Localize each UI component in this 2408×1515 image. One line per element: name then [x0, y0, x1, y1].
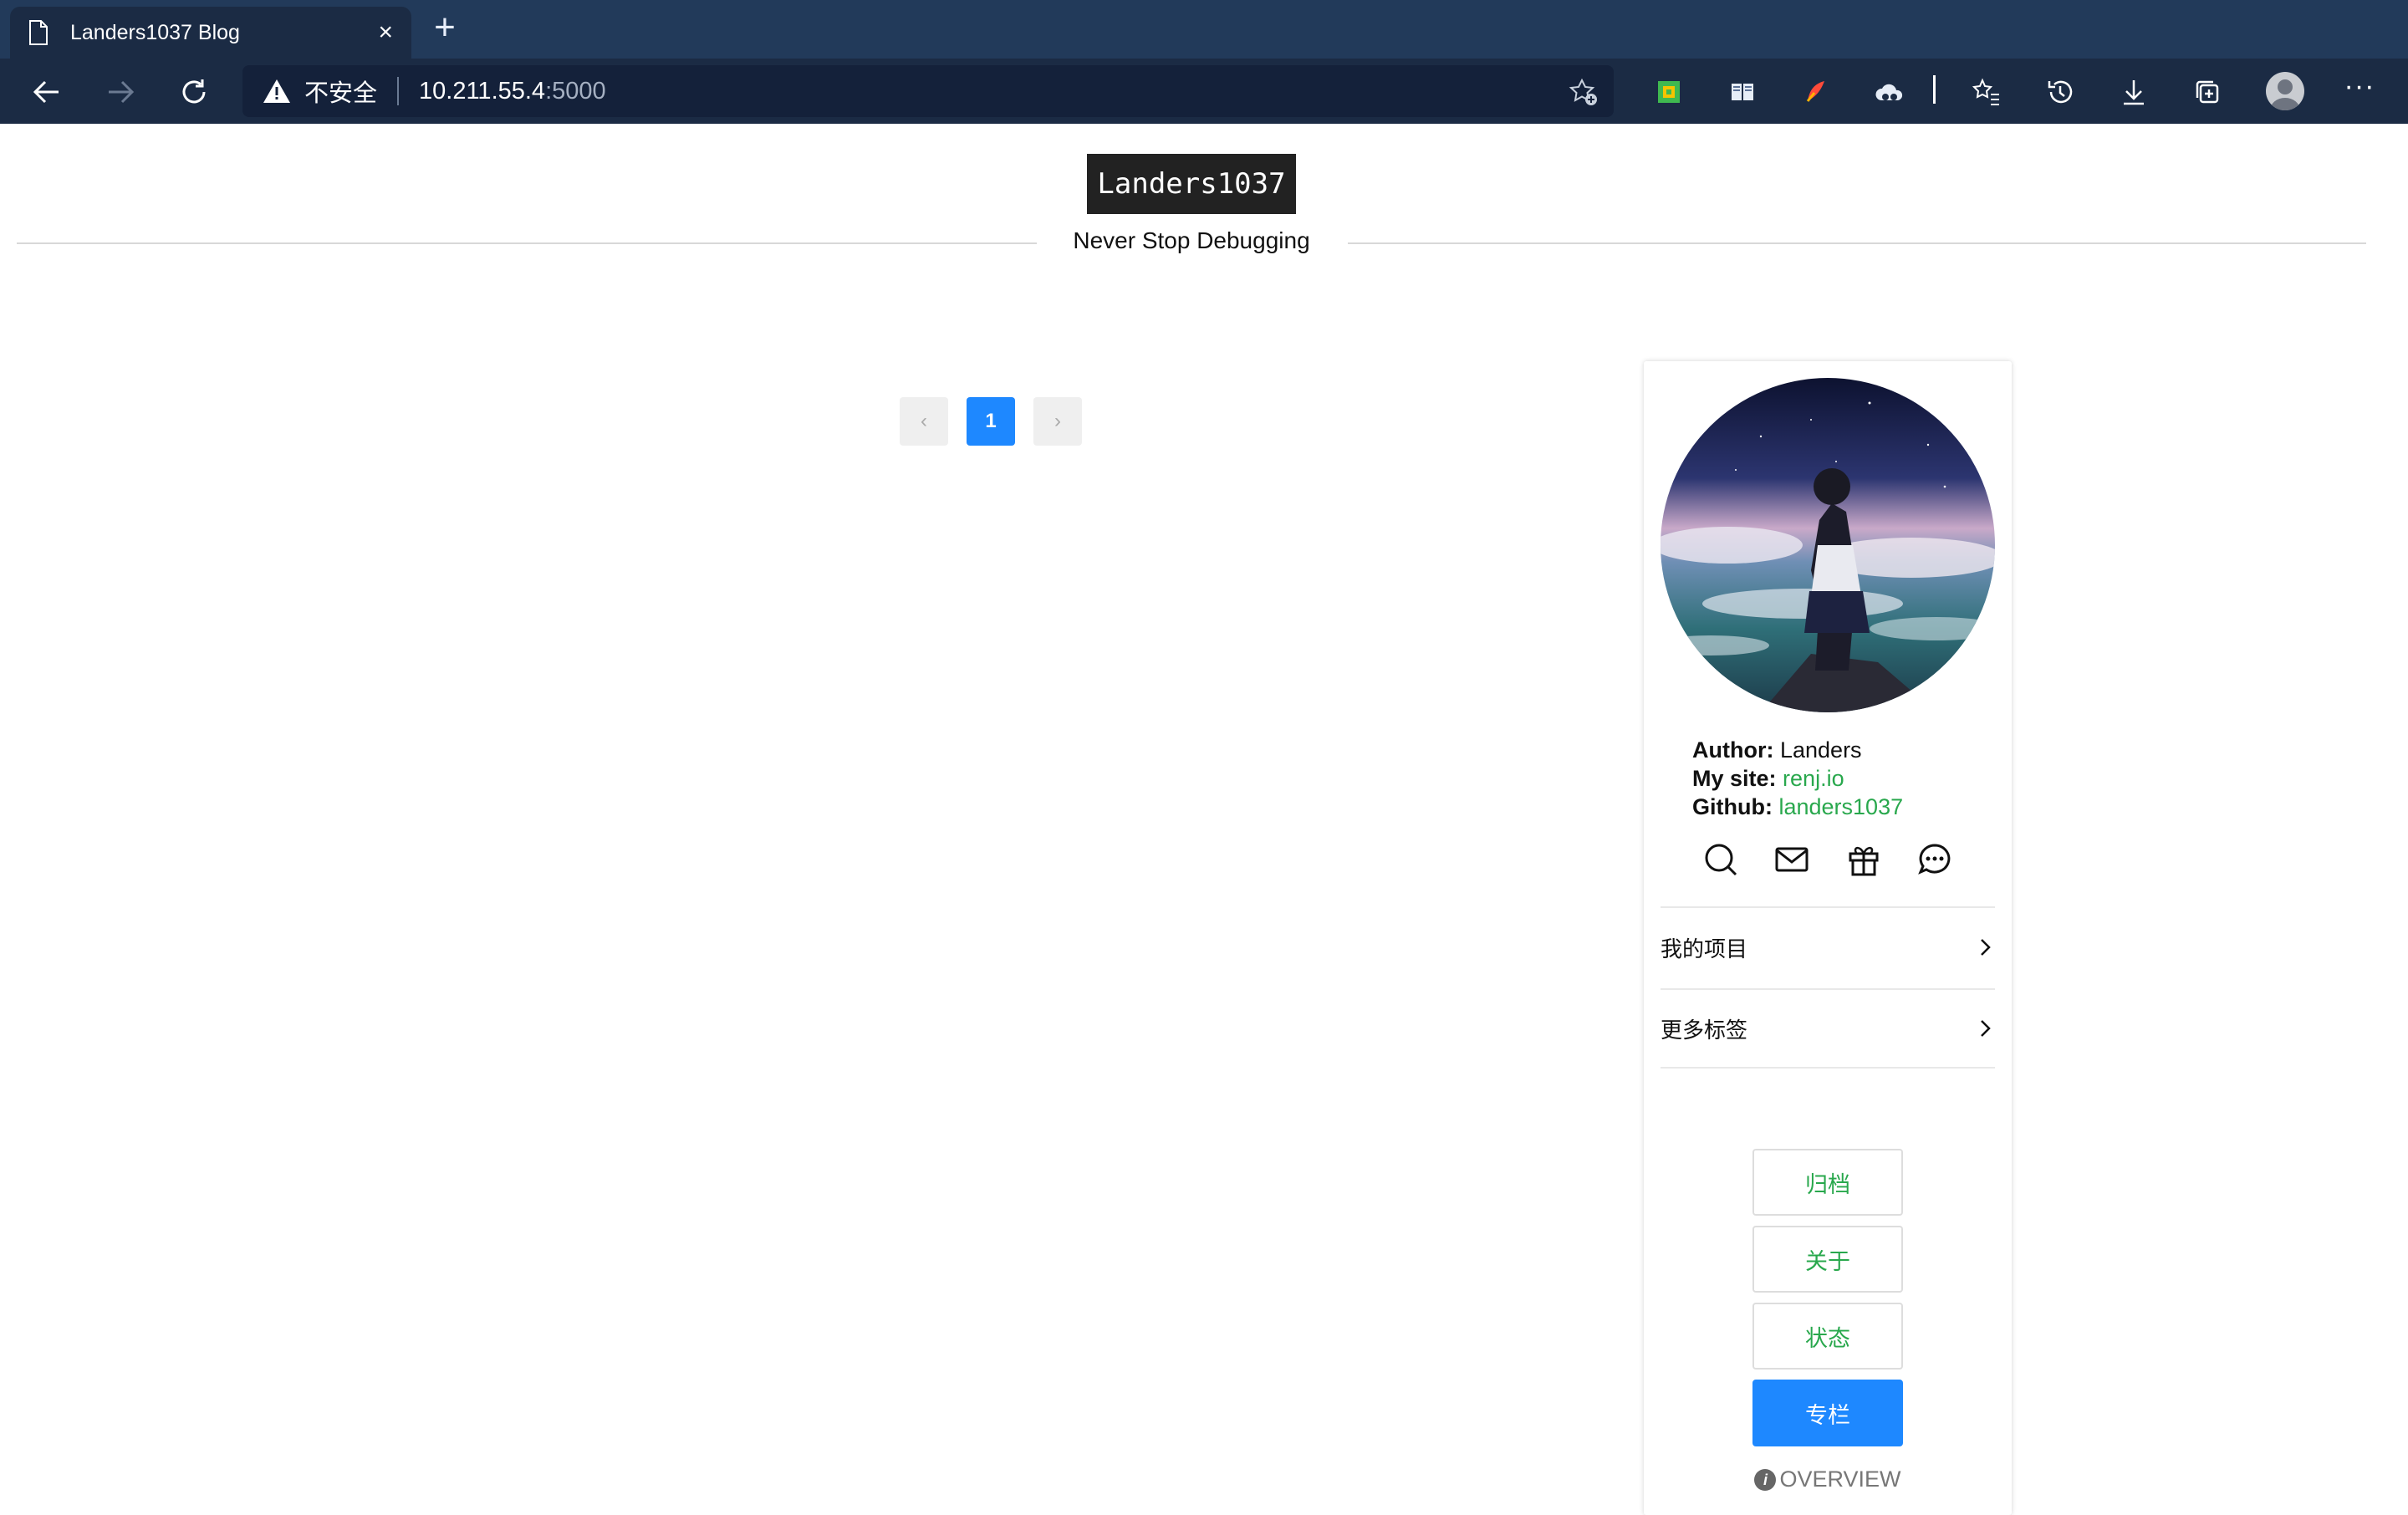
- menu-item-projects[interactable]: 我的项目: [1661, 906, 1995, 987]
- social-icons: [1702, 841, 1953, 878]
- warning-icon: [263, 79, 290, 103]
- site-title[interactable]: Landers1037: [1087, 154, 1296, 214]
- chevron-right-icon: [1981, 1020, 1991, 1037]
- more-options-icon[interactable]: ···: [2341, 72, 2378, 110]
- site-label: My site:: [1692, 766, 1777, 791]
- about-button[interactable]: 关于: [1752, 1226, 1903, 1293]
- browser-tab-bar: Landers1037 Blog × +: [0, 0, 2408, 59]
- back-arrow-icon[interactable]: [28, 74, 65, 110]
- tab-title: Landers1037 Blog: [70, 20, 240, 44]
- pagination-page-1[interactable]: 1: [967, 397, 1015, 446]
- mail-icon[interactable]: [1773, 841, 1810, 878]
- profile-card: Author: Landers My site: renj.io Github:…: [1644, 361, 2012, 1515]
- forward-arrow-icon[interactable]: [102, 74, 139, 110]
- site-row: My site: renj.io: [1692, 764, 1903, 793]
- github-row: Github: landers1037: [1692, 793, 1903, 821]
- site-link[interactable]: renj.io: [1783, 766, 1844, 791]
- history-icon[interactable]: [2043, 75, 2077, 109]
- security-status[interactable]: 不安全: [304, 74, 377, 109]
- search-icon[interactable]: [1702, 841, 1739, 878]
- star-add-icon[interactable]: [1569, 77, 1599, 107]
- site-subtitle: Never Stop Debugging: [1073, 227, 1310, 253]
- chat-icon[interactable]: [1916, 841, 1953, 878]
- archive-button[interactable]: 归档: [1752, 1149, 1903, 1216]
- gift-icon[interactable]: [1845, 841, 1882, 878]
- author-value: Landers: [1779, 737, 1862, 763]
- address-separator: [397, 77, 400, 105]
- overview-link[interactable]: i OVERVIEW: [1752, 1467, 1903, 1492]
- url-host: 10.211.55.4: [419, 77, 546, 105]
- pagination-next-button[interactable]: ›: [1033, 397, 1082, 446]
- author-row: Author: Landers: [1692, 736, 1903, 764]
- github-link[interactable]: landers1037: [1778, 794, 1903, 819]
- menu-item-more-tags[interactable]: 更多标签: [1661, 988, 1995, 1069]
- pagination-prev-button[interactable]: ‹: [900, 397, 948, 446]
- reload-icon[interactable]: [176, 74, 212, 110]
- page-icon: [29, 20, 48, 45]
- menu-item-label: 我的项目: [1661, 936, 1748, 962]
- author-info: Author: Landers My site: renj.io Github:…: [1692, 736, 1903, 821]
- overview-label: OVERVIEW: [1779, 1467, 1901, 1492]
- extension-green-icon[interactable]: [1652, 75, 1686, 109]
- column-button[interactable]: 专栏: [1752, 1380, 1903, 1446]
- toolbar-divider: [1933, 75, 1936, 104]
- extension-book-icon[interactable]: [1726, 75, 1759, 109]
- chevron-right-icon: [1981, 939, 1991, 956]
- browser-tab[interactable]: Landers1037 Blog ×: [10, 7, 411, 59]
- extension-cloud-icon[interactable]: [1873, 75, 1906, 109]
- collections-icon[interactable]: [2191, 75, 2224, 109]
- status-button[interactable]: 状态: [1752, 1303, 1903, 1370]
- author-avatar-image: [1661, 378, 1995, 712]
- menu-item-label: 更多标签: [1661, 1017, 1748, 1043]
- extension-feather-icon[interactable]: [1799, 75, 1833, 109]
- url-port: :5000: [545, 77, 606, 105]
- browser-toolbar: 不安全 10.211.55.4 :5000 ···: [0, 59, 2408, 124]
- favorites-list-icon[interactable]: [1970, 75, 2003, 109]
- tab-close-icon[interactable]: ×: [378, 18, 393, 47]
- header-rule-right: [1348, 242, 2366, 244]
- profile-avatar[interactable]: [2266, 72, 2304, 110]
- address-bar[interactable]: 不安全 10.211.55.4 :5000: [242, 65, 1614, 117]
- header-rule-left: [17, 242, 1037, 244]
- github-label: Github:: [1692, 794, 1773, 819]
- author-label: Author:: [1692, 737, 1774, 763]
- info-icon: i: [1754, 1468, 1777, 1491]
- new-tab-button[interactable]: +: [428, 9, 462, 46]
- download-icon[interactable]: [2117, 75, 2150, 109]
